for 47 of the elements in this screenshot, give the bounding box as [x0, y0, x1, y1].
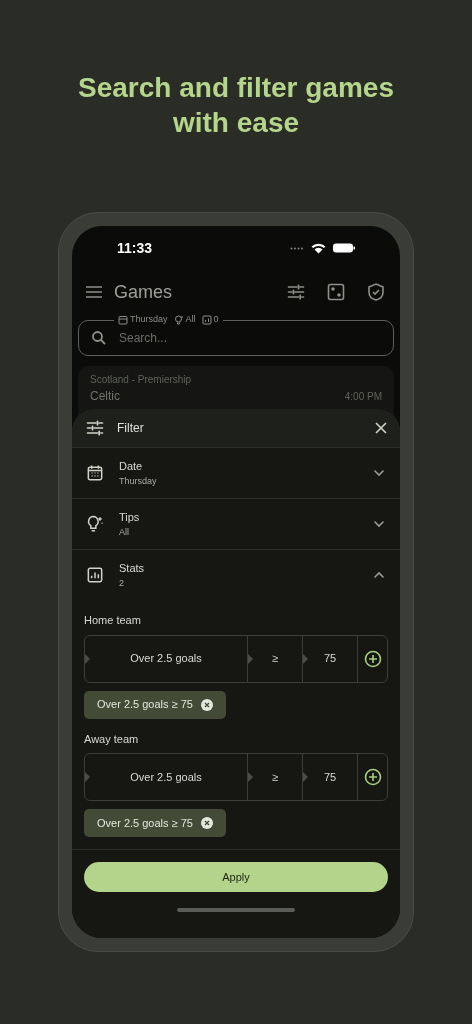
signal-icon [290, 246, 304, 250]
apply-button[interactable]: Apply [84, 862, 388, 892]
shield-check-icon[interactable] [366, 282, 386, 302]
sliders-icon [286, 282, 306, 302]
menu-icon[interactable] [86, 285, 102, 299]
stat-value: Over 2.5 goals [130, 769, 202, 785]
section-label: Tips [119, 510, 141, 526]
wifi-icon [311, 242, 326, 254]
stat-picker[interactable]: Over 2.5 goals ≥ 75 [84, 753, 388, 801]
dice-icon[interactable] [326, 282, 346, 302]
close-icon[interactable] [375, 422, 387, 435]
status-time: 11:33 [117, 238, 153, 258]
section-label: Stats [119, 561, 146, 576]
section-value: 2 [119, 576, 125, 590]
group-label: Home team [84, 613, 142, 628]
remove-icon[interactable] [200, 698, 213, 711]
search-input[interactable]: Search... [119, 329, 381, 347]
operator-value: ≥ [271, 769, 278, 785]
sheet-title: Filter [117, 420, 145, 438]
remove-icon[interactable] [200, 817, 213, 829]
filter-section[interactable]: Date Thursday [72, 447, 400, 499]
filter-section[interactable]: Tips All [72, 498, 400, 550]
add-icon[interactable] [363, 649, 382, 668]
calendar-icon [118, 314, 128, 325]
section-value: Thursday [119, 474, 158, 488]
stat-picker[interactable]: Over 2.5 goals ≥ 75 [84, 634, 388, 683]
kickoff-time: 4:00 PM [344, 389, 382, 404]
chart-icon [201, 314, 212, 325]
lightbulb-icon [173, 314, 184, 325]
filter-section[interactable]: Stats 2 [72, 549, 400, 600]
headline: Search and filter games with ease [77, 71, 395, 140]
search-icon [91, 330, 107, 346]
battery-icon [333, 243, 355, 253]
section-value: All [119, 525, 130, 539]
league-name: Scotland - Premiership [90, 373, 193, 387]
home-team: Celtic [90, 388, 120, 405]
app-title: Games [114, 280, 174, 304]
section-label: Date [119, 459, 144, 475]
group-label: Away team [84, 731, 140, 747]
filter-chip[interactable]: Over 2.5 goals ≥ 75 [84, 809, 226, 837]
filter-chip[interactable]: Over 2.5 goals ≥ 75 [84, 690, 226, 719]
operator-value: ≥ [271, 651, 278, 667]
threshold-value: 75 [323, 769, 337, 785]
bar-chart-icon [85, 565, 105, 585]
threshold-value: 75 [323, 651, 337, 667]
stat-value: Over 2.5 goals [130, 651, 202, 667]
add-icon[interactable] [363, 768, 382, 786]
